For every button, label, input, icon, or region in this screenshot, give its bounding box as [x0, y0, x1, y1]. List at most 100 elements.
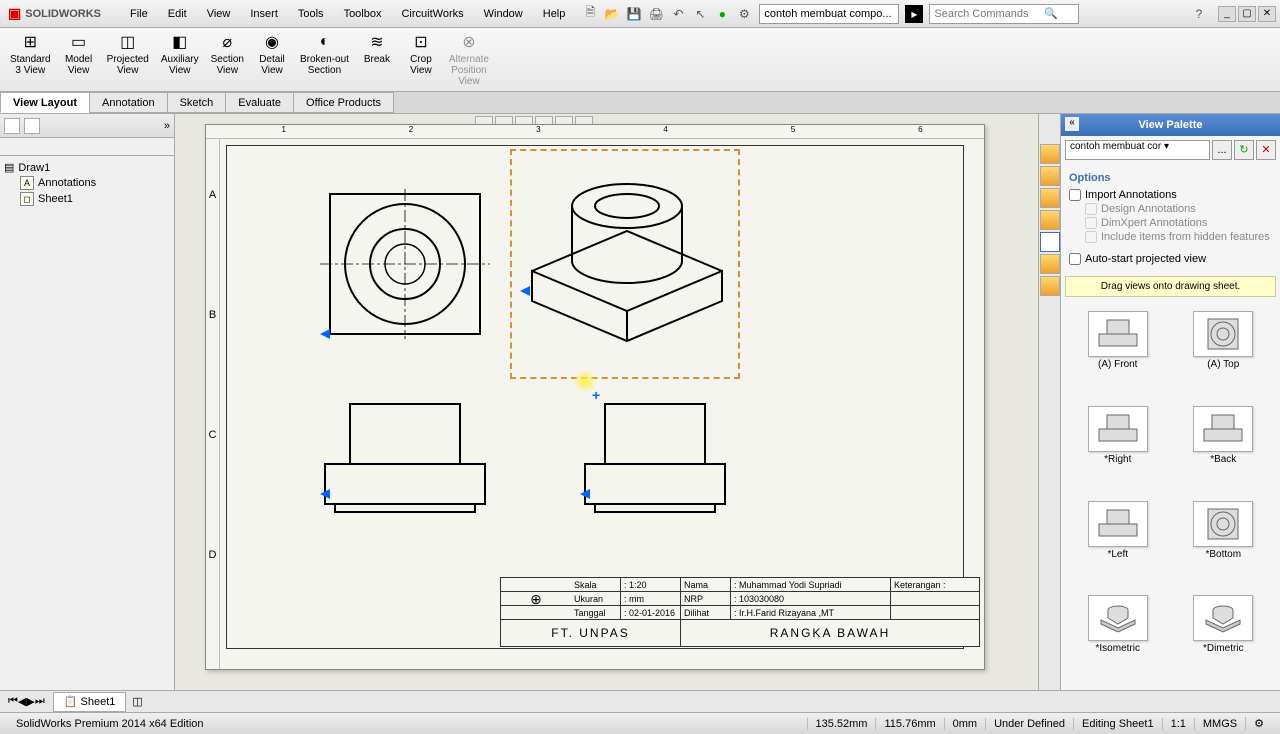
options-icon[interactable]: ⚙	[735, 5, 753, 23]
tab-nav-next[interactable]: ▶	[26, 695, 34, 708]
feature-tree: ▤ Draw1 A Annotations ◻ Sheet1	[0, 156, 174, 211]
drawing-view-right[interactable]	[580, 399, 730, 519]
check-design-annotations	[1085, 203, 1097, 215]
help-icon[interactable]: ?	[1190, 5, 1208, 23]
check-hidden-features	[1085, 231, 1097, 243]
tree-annotations[interactable]: A Annotations	[2, 175, 172, 191]
tab-office-products[interactable]: Office Products	[293, 92, 394, 113]
browse-button[interactable]: ...	[1212, 140, 1232, 160]
drawing-view-isometric[interactable]	[510, 149, 740, 379]
app-logo: ▣SOLIDWORKS	[0, 0, 120, 27]
collapse-icon[interactable]: «	[1065, 117, 1079, 131]
title-bar: ▣SOLIDWORKS File Edit View Insert Tools …	[0, 0, 1280, 28]
feature-manager: » ▤ Draw1 A Annotations ◻ Sheet1	[0, 114, 175, 690]
add-sheet-icon[interactable]: ◫	[126, 695, 148, 708]
tab-nav-first[interactable]: ⏮	[8, 695, 18, 708]
menu-help[interactable]: Help	[533, 0, 576, 28]
status-z: 0mm	[944, 718, 985, 730]
status-units[interactable]: MMGS	[1194, 718, 1245, 730]
select-icon[interactable]: ↖	[691, 5, 709, 23]
palette-back[interactable]: *Back	[1175, 406, 1273, 493]
taskpane-design-icon[interactable]	[1040, 166, 1060, 186]
tab-nav-last[interactable]: ⏭	[35, 695, 45, 708]
palette-hint: Drag views onto drawing sheet.	[1065, 276, 1276, 297]
taskpane-explorer-icon[interactable]	[1040, 210, 1060, 230]
rebuild-icon[interactable]: ●	[713, 5, 731, 23]
palette-top[interactable]: (A) Top	[1175, 311, 1273, 398]
palette-isometric[interactable]: *Isometric	[1069, 595, 1167, 682]
undo-icon[interactable]: ↶	[669, 5, 687, 23]
drawing-view-front[interactable]	[320, 399, 490, 519]
ribbon-standard-3view[interactable]: ⊞Standard3 View	[4, 30, 57, 89]
tree-root[interactable]: ▤ Draw1	[2, 160, 172, 175]
tab-evaluate[interactable]: Evaluate	[225, 92, 294, 113]
tab-annotation[interactable]: Annotation	[89, 92, 168, 113]
drawing-canvas[interactable]: 1 2 3 4 5 6 A B C D	[175, 114, 1038, 690]
ribbon-projected-view[interactable]: ◫ProjectedView	[101, 30, 155, 89]
document-name[interactable]: contoh membuat compo...	[759, 4, 899, 24]
palette-bottom[interactable]: *Bottom	[1175, 501, 1273, 588]
status-bar: SolidWorks Premium 2014 x64 Edition 135.…	[0, 712, 1280, 734]
menu-view[interactable]: View	[197, 0, 241, 28]
drawing-sheet[interactable]: 1 2 3 4 5 6 A B C D	[205, 124, 985, 670]
minimize-button[interactable]: _	[1218, 6, 1236, 22]
taskpane-custom-icon[interactable]	[1040, 276, 1060, 296]
taskpane-library-icon[interactable]	[1040, 188, 1060, 208]
ribbon-toolbar: ⊞Standard3 View ▭ModelView ◫ProjectedVie…	[0, 28, 1280, 92]
sheet-tabs: ⏮ ◀ ▶ ⏭ 📋 Sheet1 ◫	[0, 690, 1280, 712]
maximize-button[interactable]: ▢	[1238, 6, 1256, 22]
open-icon[interactable]: 📂	[603, 5, 621, 23]
ribbon-auxiliary-view[interactable]: ◧AuxiliaryView	[155, 30, 205, 89]
refresh-button[interactable]: ↻	[1234, 140, 1254, 160]
close-button[interactable]: ✕	[1258, 6, 1276, 22]
search-input[interactable]	[934, 8, 1044, 20]
print-icon[interactable]: 🖨	[647, 5, 665, 23]
palette-options: Options Import Annotations Design Annota…	[1061, 164, 1280, 270]
fm-expand-icon[interactable]: »	[164, 120, 170, 132]
status-editing: Editing Sheet1	[1073, 718, 1162, 730]
drawing-icon: ▤	[4, 161, 14, 174]
window-controls: _ ▢ ✕	[1214, 6, 1280, 22]
status-custom-icon[interactable]: ⚙	[1245, 717, 1272, 730]
search-icon[interactable]: 🔍	[1044, 7, 1058, 20]
fm-tab-2[interactable]	[24, 118, 40, 134]
palette-dimetric[interactable]: *Dimetric	[1175, 595, 1273, 682]
menu-file[interactable]: File	[120, 0, 158, 28]
tab-view-layout[interactable]: View Layout	[0, 92, 90, 113]
check-autostart[interactable]	[1069, 253, 1081, 265]
ribbon-model-view[interactable]: ▭ModelView	[57, 30, 101, 89]
tab-nav-prev[interactable]: ◀	[18, 695, 26, 708]
status-scale[interactable]: 1:1	[1162, 718, 1194, 730]
sheet-tab-1[interactable]: 📋 Sheet1	[53, 692, 127, 712]
ribbon-break[interactable]: ≋Break	[355, 30, 399, 89]
taskpane-home-icon[interactable]	[1040, 144, 1060, 164]
palette-right[interactable]: *Right	[1069, 406, 1167, 493]
tree-sheet1[interactable]: ◻ Sheet1	[2, 191, 172, 207]
menu-toolbox[interactable]: Toolbox	[334, 0, 392, 28]
menu-insert[interactable]: Insert	[240, 0, 288, 28]
taskpane-appearance-icon[interactable]	[1040, 254, 1060, 274]
check-import-annotations[interactable]	[1069, 189, 1081, 201]
drawing-view-top[interactable]	[320, 189, 490, 339]
tab-sketch[interactable]: Sketch	[167, 92, 227, 113]
search-commands[interactable]: 🔍	[929, 4, 1079, 24]
palette-front[interactable]: (A) Front	[1069, 311, 1167, 398]
menu-edit[interactable]: Edit	[158, 0, 197, 28]
palette-left[interactable]: *Left	[1069, 501, 1167, 588]
ribbon-section-view[interactable]: ⌀SectionView	[205, 30, 250, 89]
menu-circuitworks[interactable]: CircuitWorks	[391, 0, 473, 28]
fm-tab-1[interactable]	[4, 118, 20, 134]
model-select[interactable]: contoh membuat cor ▾	[1065, 140, 1210, 160]
clear-button[interactable]: ✕	[1256, 140, 1276, 160]
menu-window[interactable]: Window	[474, 0, 533, 28]
menu-tools[interactable]: Tools	[288, 0, 334, 28]
cursor-cross: +	[592, 387, 600, 403]
ribbon-detail-view[interactable]: ◉DetailView	[250, 30, 294, 89]
taskpane-palette-icon[interactable]	[1040, 232, 1060, 252]
cmd-prompt-icon[interactable]: ▸	[905, 5, 923, 23]
save-icon[interactable]: 💾	[625, 5, 643, 23]
new-icon[interactable]: 🗎	[581, 5, 599, 23]
menu-bar: File Edit View Insert Tools Toolbox Circ…	[120, 0, 575, 28]
ribbon-crop-view[interactable]: ⊡CropView	[399, 30, 443, 89]
ribbon-brokenout-section[interactable]: ◐Broken-outSection	[294, 30, 355, 89]
